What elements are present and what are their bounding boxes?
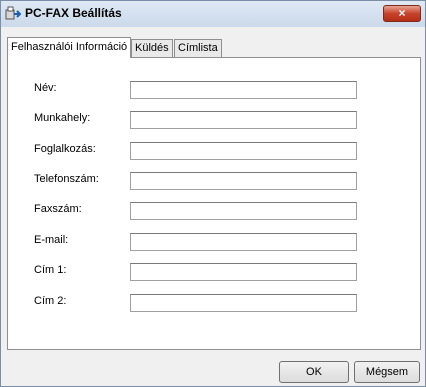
occupation-field[interactable] — [130, 142, 357, 160]
tab-user-info[interactable]: Felhasználói Információ — [7, 37, 132, 58]
phone-label: Telefonszám: — [34, 173, 99, 185]
address1-field[interactable] — [130, 263, 357, 281]
title-bar[interactable]: PC-FAX Beállítás × — [1, 1, 425, 27]
ok-button[interactable]: OK — [279, 361, 349, 383]
cancel-button[interactable]: Mégsem — [354, 361, 420, 383]
close-button[interactable]: × — [383, 5, 421, 22]
workplace-field[interactable] — [130, 111, 357, 129]
window-title: PC-FAX Beállítás — [25, 6, 122, 20]
name-field[interactable] — [130, 81, 357, 99]
address1-label: Cím 1: — [34, 264, 67, 276]
address2-label: Cím 2: — [34, 295, 67, 307]
user-info-panel: Név: Munkahely: Foglalkozás: Telefonszám… — [7, 57, 421, 350]
name-label: Név: — [34, 82, 57, 94]
pcfax-settings-dialog: PC-FAX Beállítás × Felhasználói Informác… — [0, 0, 426, 387]
pcfax-app-icon — [5, 6, 21, 20]
close-icon: × — [398, 6, 406, 20]
email-label: E-mail: — [34, 234, 69, 246]
workplace-label: Munkahely: — [34, 112, 91, 124]
phone-field[interactable] — [130, 172, 357, 190]
tab-send[interactable]: Küldés — [131, 39, 173, 57]
occupation-label: Foglalkozás: — [34, 143, 96, 155]
address2-field[interactable] — [130, 294, 357, 312]
fax-label: Faxszám: — [34, 203, 82, 215]
tab-address-book[interactable]: Címlista — [174, 39, 222, 57]
fax-field[interactable] — [130, 202, 357, 220]
email-field[interactable] — [130, 233, 357, 251]
